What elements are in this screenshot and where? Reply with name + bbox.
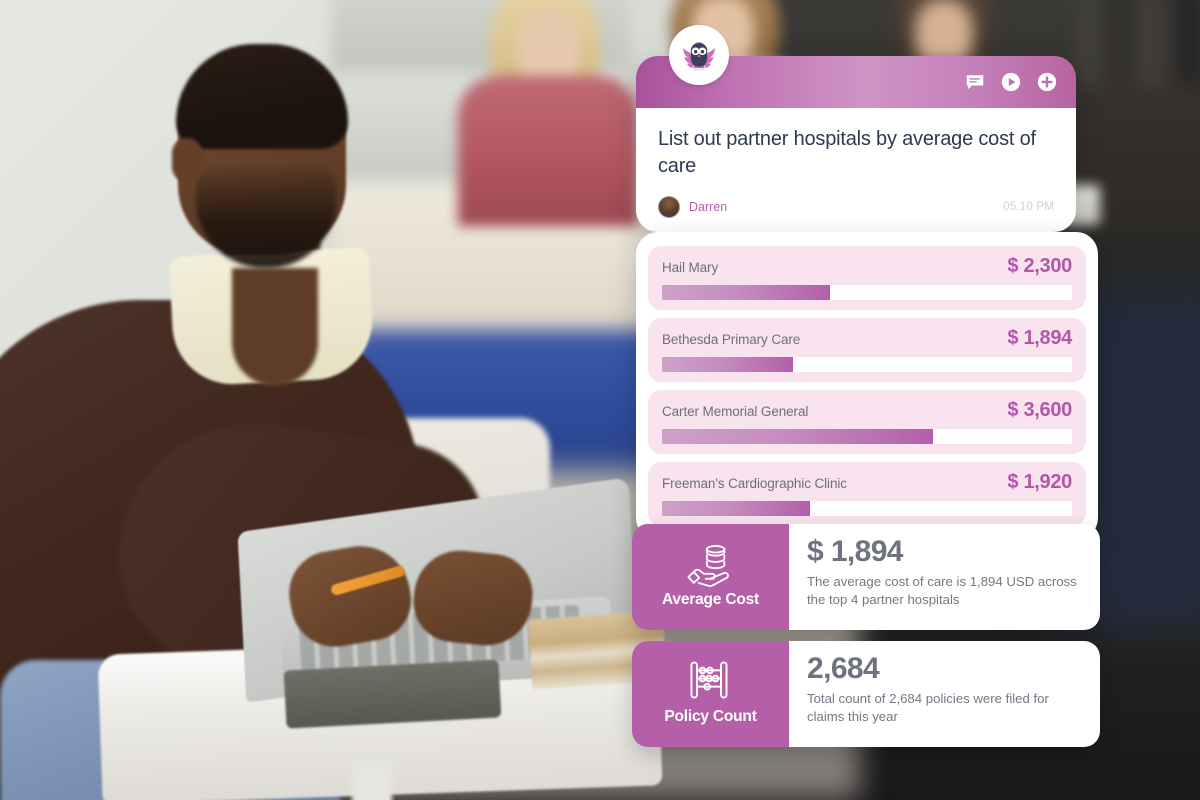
bar-track: [662, 357, 1072, 372]
stat-card-content: $ 1,894 The average cost of care is 1,89…: [789, 524, 1100, 630]
stat-card-label: Average Cost: [662, 591, 759, 608]
stat-card-average-cost[interactable]: Average Cost $ 1,894 The average cost of…: [632, 524, 1100, 630]
stat-card-value: 2,684: [807, 652, 880, 685]
hospital-value: $ 1,894: [1007, 327, 1072, 349]
owl-logo-icon: [669, 25, 729, 85]
bar-track: [662, 501, 1072, 516]
bar-fill: [662, 285, 831, 300]
question-text: List out partner hospitals by average co…: [658, 128, 1036, 177]
hospital-name: Carter Memorial General: [662, 404, 809, 419]
bar-fill: [662, 429, 933, 444]
bar-fill: [662, 357, 794, 372]
table-row[interactable]: Freeman's Cardiographic Clinic $ 1,920: [648, 462, 1086, 526]
hospital-value: $ 1,920: [1007, 471, 1072, 493]
abacus-icon: [685, 658, 737, 704]
bar-fill: [662, 501, 810, 516]
stat-card-badge: Average Cost: [632, 524, 789, 630]
hospital-name: Bethesda Primary Care: [662, 332, 801, 347]
question-card-body: List out partner hospitals by average co…: [636, 108, 1076, 232]
plus-circle-icon[interactable]: [1036, 71, 1058, 93]
hospital-cost-chart: Hail Mary $ 2,300 Bethesda Primary Care …: [636, 232, 1098, 540]
stat-card-description: Total count of 2,684 policies were filed…: [807, 690, 1049, 724]
play-circle-icon[interactable]: [1000, 71, 1022, 93]
chat-bubble-icon[interactable]: [964, 71, 986, 93]
stat-card-content: 2,684 Total count of 2,684 policies were…: [789, 641, 1100, 747]
stat-card-description: The average cost of care is 1,894 USD ac…: [807, 573, 1077, 607]
bar-track: [662, 285, 1072, 300]
hospital-name: Hail Mary: [662, 260, 719, 275]
user-name[interactable]: Darren: [689, 200, 727, 214]
timestamp: 05.10 PM: [1003, 200, 1054, 213]
table-row[interactable]: Carter Memorial General $ 3,600: [648, 390, 1086, 454]
hospital-value: $ 3,600: [1007, 399, 1072, 421]
ui-overlay: List out partner hospitals by average co…: [0, 0, 1200, 800]
question-card: List out partner hospitals by average co…: [636, 25, 1076, 232]
table-row[interactable]: Bethesda Primary Care $ 1,894: [648, 318, 1086, 382]
avatar: [658, 195, 680, 218]
hand-holding-coins-icon: [685, 541, 737, 587]
bar-track: [662, 429, 1072, 444]
stat-card-badge: Policy Count: [632, 641, 789, 747]
question-card-header: [636, 25, 1076, 108]
stat-card-policy-count[interactable]: Policy Count 2,684 Total count of 2,684 …: [632, 641, 1100, 747]
stat-card-value: $ 1,894: [807, 535, 904, 568]
table-row[interactable]: Hail Mary $ 2,300: [648, 246, 1086, 310]
stat-card-label: Policy Count: [664, 708, 757, 725]
hospital-name: Freeman's Cardiographic Clinic: [662, 476, 847, 491]
screenshot-root: List out partner hospitals by average co…: [0, 0, 1200, 800]
question-meta: Darren 05.10 PM: [658, 195, 1054, 218]
hospital-value: $ 2,300: [1007, 255, 1072, 277]
